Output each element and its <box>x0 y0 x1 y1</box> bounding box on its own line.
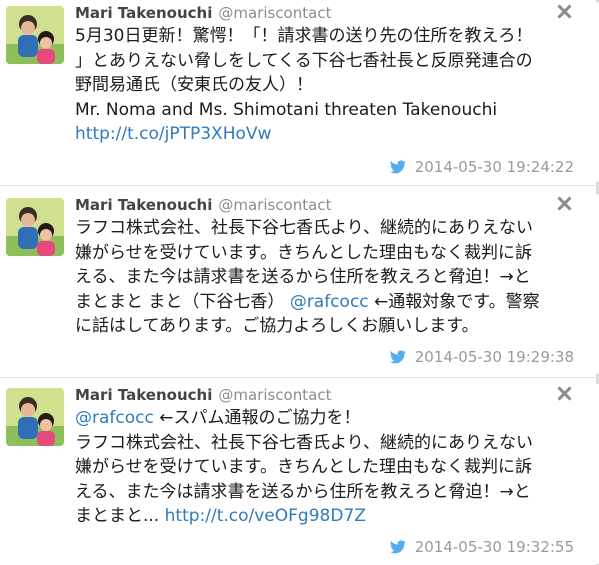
timestamp-text: 2014-05-30 19:24:22 <box>414 158 574 176</box>
tweet-divider <box>0 185 599 186</box>
avatar-photo <box>6 198 64 256</box>
tweet-text: 5月30日更新！驚愕！「！請求書の送り先の住所を教えろ！ 」とありえない脅しをし… <box>75 24 590 147</box>
tweet-line: 嫌がらせを受けています。きちんとした理由もなく裁判に訴 <box>75 241 590 266</box>
timestamp-text: 2014-05-30 19:29:38 <box>414 348 574 366</box>
tweet-line: 野間易通氏（安東氏の友人）！ <box>75 73 590 98</box>
mention-link[interactable]: @rafcocc <box>290 292 369 312</box>
text-segment: ラフコ株式会社、社長下谷七香氏より、継続的にありえない <box>75 218 533 238</box>
tweet-card[interactable]: Mari Takenouchi @mariscontact ラフコ株式会社、社長下… <box>0 194 599 374</box>
twitter-bird-icon <box>389 350 406 364</box>
tweet-line: ラフコ株式会社、社長下谷七香氏より、継続的にありえない <box>75 216 590 241</box>
tweet-divider <box>0 377 599 378</box>
text-segment: まとまと... <box>75 506 165 526</box>
tweet-header: Mari Takenouchi @mariscontact <box>75 2 331 24</box>
close-icon[interactable] <box>557 196 571 210</box>
tweet-line: に話はしてあります。ご協力よろしくお願いします。 <box>75 314 590 339</box>
avatar-photo <box>6 388 64 446</box>
twitter-bird-icon <box>389 540 406 554</box>
tweet-text: ラフコ株式会社、社長下谷七香氏より、継続的にありえない 嫌がらせを受けています。… <box>75 216 590 339</box>
tweet-line: まとまと まと（下谷七香） @rafcocc ←通報対象です。警察 <box>75 290 590 315</box>
timestamp-text: 2014-05-30 19:32:55 <box>414 538 574 556</box>
text-segment: える、また今は請求書を送るから住所を教えろと脅迫！→と <box>75 481 531 502</box>
tweet-card[interactable]: Mari Takenouchi @mariscontact @rafcocc ←ス… <box>0 384 599 564</box>
text-segment: える、また今は請求書を送るから住所を教えろと脅迫！→と <box>75 267 531 287</box>
avatar[interactable] <box>6 6 64 64</box>
tweet-timestamp[interactable]: 2014-05-30 19:24:22 <box>389 157 574 177</box>
tweet-line: える、また今は請求書を送るから住所を教えろと脅迫！→と <box>75 480 590 505</box>
text-segment: Mr. Noma and Ms. Shimotani threaten Take… <box>75 99 498 120</box>
text-segment: に話はしてあります。ご協力よろしくお願いします。 <box>75 316 479 336</box>
text-segment: 5月30日更新！驚愕！「！請求書の送り先の住所を教えろ！ <box>75 26 533 46</box>
tweet-line: 」とありえない脅しをしてくる下谷七香社長と反原発連合の <box>75 49 590 74</box>
tweet-text: @rafcocc ←スパム通報のご協力を！ ラフコ株式会社、社長下谷七香氏より、… <box>75 406 590 529</box>
text-segment: ラフコ株式会社、社長下谷七香氏より、継続的にありえない <box>75 432 533 453</box>
tweet-timestamp[interactable]: 2014-05-30 19:32:55 <box>389 537 574 557</box>
text-segment: 嫌がらせを受けています。きちんとした理由もなく裁判に訴 <box>75 242 532 263</box>
tweet-line: ラフコ株式会社、社長下谷七香氏より、継続的にありえない <box>75 431 590 456</box>
tweet-link[interactable]: http://t.co/jPTP3XHoVw <box>75 124 271 144</box>
tweet-card[interactable]: Mari Takenouchi @mariscontact 5月30日更新！驚愕！… <box>0 2 599 182</box>
author-handle[interactable]: @mariscontact <box>218 196 331 214</box>
tweet-timestamp[interactable]: 2014-05-30 19:29:38 <box>389 347 574 367</box>
tweet-line: http://t.co/jPTP3XHoVw <box>75 122 590 147</box>
tweet-line: @rafcocc ←スパム通報のご協力を！ <box>75 406 590 431</box>
author-name[interactable]: Mari Takenouchi <box>75 386 212 404</box>
author-name[interactable]: Mari Takenouchi <box>75 196 212 214</box>
tweet-link[interactable]: http://t.co/veOFg98D7Z <box>165 506 366 526</box>
close-icon[interactable] <box>557 4 571 18</box>
text-segment: まとまと まと（下谷七香） <box>75 291 290 312</box>
text-segment: ←通報対象です。警察 <box>368 291 540 312</box>
avatar[interactable] <box>6 198 64 256</box>
text-segment: 嫌がらせを受けています。きちんとした理由もなく裁判に訴 <box>75 457 532 477</box>
tweet-header: Mari Takenouchi @mariscontact <box>75 194 331 216</box>
close-icon[interactable] <box>557 386 571 400</box>
author-handle[interactable]: @mariscontact <box>218 386 331 404</box>
tweet-line: 5月30日更新！驚愕！「！請求書の送り先の住所を教えろ！ <box>75 24 590 49</box>
tweet-line: まとまと... http://t.co/veOFg98D7Z <box>75 504 590 529</box>
tweet-line: Mr. Noma and Ms. Shimotani threaten Take… <box>75 98 590 123</box>
tweet-line: える、また今は請求書を送るから住所を教えろと脅迫！→と <box>75 265 590 290</box>
tweet-header: Mari Takenouchi @mariscontact <box>75 384 331 406</box>
text-segment: 野間易通氏（安東氏の友人）！ <box>75 75 313 95</box>
tweet-line: 嫌がらせを受けています。きちんとした理由もなく裁判に訴 <box>75 455 590 480</box>
text-segment: ←スパム通報のご協力を！ <box>153 408 361 428</box>
avatar[interactable] <box>6 388 64 446</box>
text-segment: 」とありえない脅しをしてくる下谷七香社長と反原発連合の <box>75 50 533 71</box>
avatar-photo <box>6 6 64 64</box>
author-name[interactable]: Mari Takenouchi <box>75 4 212 22</box>
author-handle[interactable]: @mariscontact <box>218 4 331 22</box>
twitter-bird-icon <box>389 160 406 174</box>
mention-link[interactable]: @rafcocc <box>75 408 154 428</box>
